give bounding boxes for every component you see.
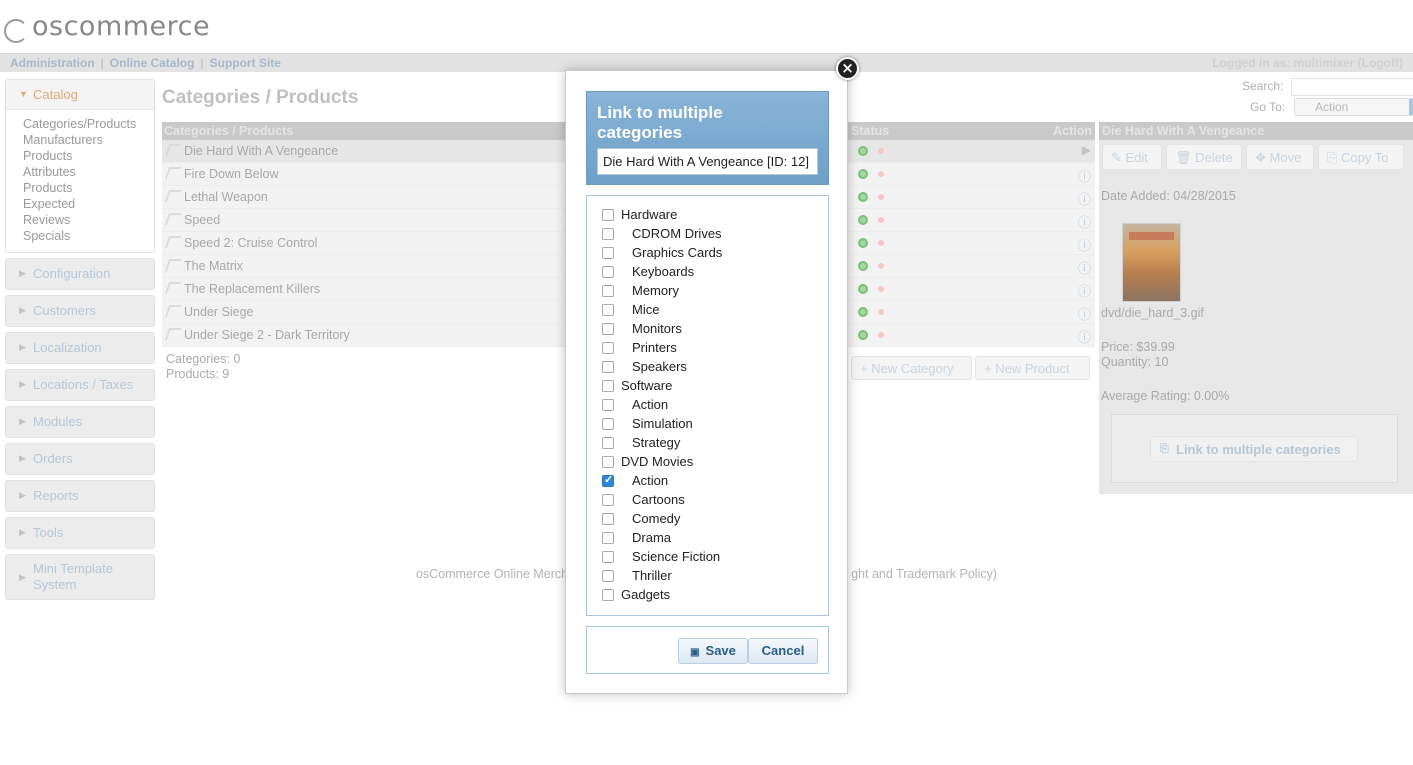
save-label: Save xyxy=(705,643,736,658)
category-checkbox[interactable] xyxy=(602,361,614,373)
close-icon[interactable]: × xyxy=(836,57,859,80)
category-label: Gadgets xyxy=(621,587,671,602)
category-checkbox[interactable] xyxy=(602,342,614,354)
category-label: Mice xyxy=(632,302,660,317)
category-label: DVD Movies xyxy=(621,454,694,469)
category-item[interactable]: Strategy xyxy=(587,434,828,453)
category-label: Comedy xyxy=(632,511,681,526)
category-label: Cartoons xyxy=(632,492,685,507)
category-item[interactable]: Gadgets xyxy=(587,586,828,605)
category-label: Keyboards xyxy=(632,264,695,279)
category-label: Drama xyxy=(632,530,672,545)
category-item[interactable]: Speakers xyxy=(587,358,828,377)
category-label: Hardware xyxy=(621,207,678,222)
category-label: Speakers xyxy=(632,359,687,374)
category-checkbox[interactable] xyxy=(602,209,614,221)
link-categories-modal: Link to multiple categories Die Hard Wit… xyxy=(565,70,848,694)
category-item[interactable]: Hardware xyxy=(587,206,828,225)
category-item[interactable]: Drama xyxy=(587,529,828,548)
category-item[interactable]: Graphics Cards xyxy=(587,244,828,263)
save-button[interactable]: ▣ Save xyxy=(678,638,748,664)
category-item[interactable]: Action xyxy=(587,472,828,491)
category-checkbox[interactable] xyxy=(602,418,614,430)
category-label: Printers xyxy=(632,340,677,355)
category-checkbox[interactable] xyxy=(602,456,614,468)
category-item[interactable]: Action xyxy=(587,396,828,415)
category-checkbox[interactable] xyxy=(602,494,614,506)
category-label: Software xyxy=(621,378,673,393)
category-checkbox[interactable] xyxy=(602,513,614,525)
category-checkbox[interactable] xyxy=(602,532,614,544)
cancel-label: Cancel xyxy=(761,643,805,658)
category-checklist: Hardware CDROM Drives Graphics Cards Keyboa… xyxy=(586,195,829,616)
category-checkbox[interactable] xyxy=(602,380,614,392)
category-item[interactable]: Memory xyxy=(587,282,828,301)
category-item[interactable]: Simulation xyxy=(587,415,828,434)
category-checkbox[interactable] xyxy=(602,323,614,335)
category-item[interactable]: Mice xyxy=(587,301,828,320)
modal-title-line1: Link to multiple xyxy=(597,103,723,122)
cancel-button[interactable]: Cancel xyxy=(748,638,818,664)
category-item[interactable]: Software xyxy=(587,377,828,396)
category-label: Monitors xyxy=(632,321,682,336)
category-label: Action xyxy=(632,473,669,488)
category-checkbox[interactable] xyxy=(602,266,614,278)
modal-title-line2: categories xyxy=(597,123,683,142)
category-item[interactable]: Comedy xyxy=(587,510,828,529)
category-label: Simulation xyxy=(632,416,693,431)
category-item[interactable]: DVD Movies xyxy=(587,453,828,472)
category-checkbox[interactable] xyxy=(602,589,614,601)
category-label: Thriller xyxy=(632,568,672,583)
save-icon: ▣ xyxy=(690,647,700,658)
admin-page: oscommerce Administration | Online Catalog… xyxy=(0,0,1413,765)
category-item[interactable]: Thriller xyxy=(587,567,828,586)
category-checkbox[interactable] xyxy=(602,285,614,297)
category-item[interactable]: CDROM Drives xyxy=(587,225,828,244)
category-checkbox[interactable] xyxy=(602,473,614,487)
product-name-field: Die Hard With A Vengeance [ID: 12] xyxy=(597,148,818,175)
category-checkbox[interactable] xyxy=(602,399,614,411)
category-item[interactable]: Monitors xyxy=(587,320,828,339)
modal-header: Link to multiple categories Die Hard Wit… xyxy=(586,91,829,185)
category-checkbox[interactable] xyxy=(602,437,614,449)
modal-footer: ▣ Save Cancel xyxy=(586,626,829,674)
category-label: Action xyxy=(632,397,669,412)
category-checkbox[interactable] xyxy=(602,228,614,240)
category-checkbox[interactable] xyxy=(602,304,614,316)
category-label: CDROM Drives xyxy=(632,226,722,241)
category-item[interactable]: Cartoons xyxy=(587,491,828,510)
modal-title: Link to multiple categories xyxy=(597,103,723,143)
category-item[interactable]: Printers xyxy=(587,339,828,358)
category-label: Science Fiction xyxy=(632,549,721,564)
category-item[interactable]: Science Fiction xyxy=(587,548,828,567)
category-checkbox[interactable] xyxy=(602,247,614,259)
category-label: Memory xyxy=(632,283,679,298)
category-checkbox[interactable] xyxy=(602,570,614,582)
category-checkbox[interactable] xyxy=(602,551,614,563)
category-label: Strategy xyxy=(632,435,681,450)
category-item[interactable]: Keyboards xyxy=(587,263,828,282)
category-label: Graphics Cards xyxy=(632,245,723,260)
